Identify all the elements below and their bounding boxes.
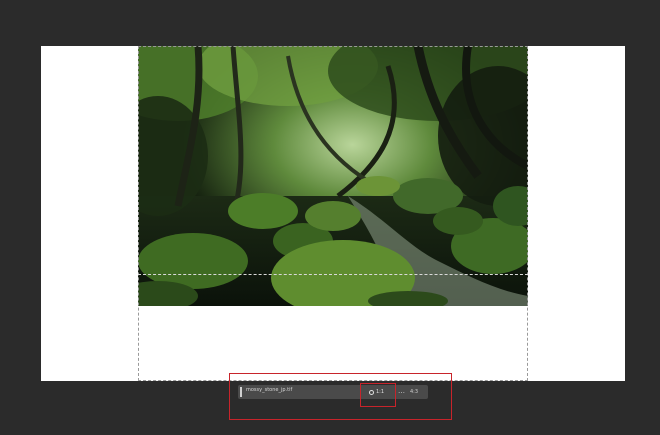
workspace: mossy_stone_jp.tif 1:1 … 4:3 xyxy=(0,0,660,435)
highlight-box-ratio xyxy=(360,383,396,407)
crop-guide-line[interactable] xyxy=(138,274,528,275)
highlight-box-toolbar xyxy=(229,373,452,420)
forest-photo xyxy=(138,46,528,306)
photo-layer[interactable] xyxy=(138,46,528,306)
